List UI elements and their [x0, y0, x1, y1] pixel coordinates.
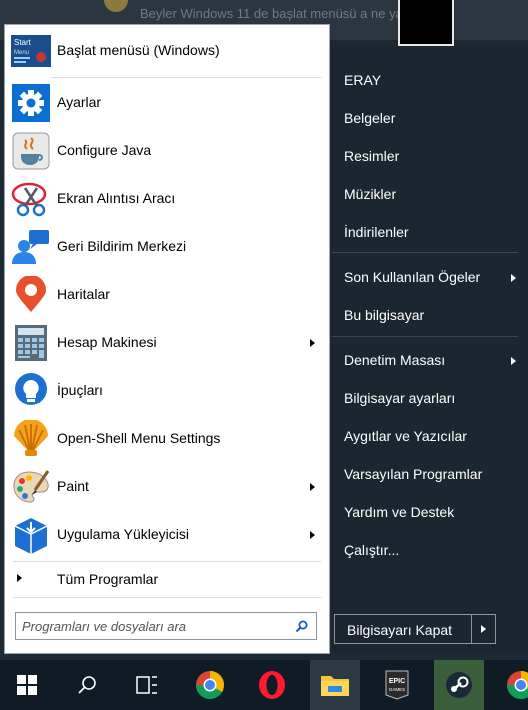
right-item-this-pc[interactable]: Bu bilgisayar — [344, 307, 424, 323]
search-input[interactable] — [22, 616, 284, 636]
shutdown-button[interactable]: Bilgisayarı Kapat — [334, 614, 472, 644]
program-calculator[interactable]: Hesap Makinesi — [5, 320, 329, 366]
divider — [13, 597, 321, 598]
file-explorer-icon[interactable] — [310, 660, 360, 710]
chevron-right-icon — [511, 274, 516, 282]
program-start-menu[interactable]: Start Menu Başlat menüsü (Windows) — [5, 28, 329, 74]
program-label: Configure Java — [57, 142, 152, 158]
program-label: Ekran Alıntısı Aracı — [57, 190, 176, 206]
paint-palette-icon — [11, 469, 51, 505]
program-app-installer[interactable]: Uygulama Yükleyicisi — [5, 512, 329, 558]
feedback-hub-icon — [11, 229, 51, 265]
all-programs-label: Tüm Programlar — [57, 571, 159, 587]
opera-icon[interactable] — [247, 660, 297, 710]
program-configure-java[interactable]: Configure Java — [5, 128, 329, 174]
divider — [332, 252, 518, 253]
windows-start-icon[interactable] — [2, 660, 52, 710]
program-maps[interactable]: Haritalar — [5, 272, 329, 318]
chevron-right-icon — [511, 357, 516, 365]
right-item-run[interactable]: Çalıştır... — [344, 542, 399, 558]
program-label: Başlat menüsü (Windows) — [57, 42, 220, 58]
start-icon-text-1: Start — [14, 38, 32, 47]
calculator-icon — [11, 325, 51, 361]
program-label: Open-Shell Menu Settings — [57, 430, 221, 446]
program-label: Ayarlar — [57, 94, 102, 110]
divider — [332, 336, 518, 337]
right-item-downloads[interactable]: İndirilenler — [344, 224, 409, 240]
all-programs-button[interactable]: Tüm Programlar — [5, 563, 329, 593]
right-item-user[interactable]: ERAY — [344, 72, 381, 88]
right-item-music[interactable]: Müzikler — [344, 186, 396, 202]
right-item-devices-printers[interactable]: Aygıtlar ve Yazıcılar — [344, 428, 467, 444]
snipping-tool-icon — [11, 181, 51, 217]
task-view-icon[interactable] — [122, 660, 172, 710]
chevron-right-icon — [481, 625, 486, 633]
start-menu-icon: Start Menu — [11, 33, 51, 69]
chevron-right-icon — [17, 574, 22, 582]
divider — [13, 561, 321, 562]
shutdown-label: Bilgisayarı Kapat — [347, 622, 453, 638]
program-paint[interactable]: Paint — [5, 464, 329, 510]
open-shell-icon — [11, 420, 51, 457]
tips-bulb-icon — [11, 373, 51, 409]
right-item-recent-items[interactable]: Son Kullanılan Ögeler — [344, 269, 480, 285]
right-pane: ERAY Belgeler Resimler Müzikler İndirile… — [332, 46, 528, 654]
taskbar: EPIC GAMES — [0, 660, 528, 710]
app-installer-icon — [11, 517, 51, 554]
epic-text-2: GAMES — [389, 687, 405, 692]
right-item-help-support[interactable]: Yardım ve Destek — [344, 504, 454, 520]
gear-icon — [11, 84, 51, 122]
divider — [51, 77, 321, 78]
user-picture[interactable] — [398, 0, 454, 46]
program-label: Hesap Makinesi — [57, 334, 157, 350]
chrome-icon[interactable] — [185, 660, 235, 710]
program-label: Haritalar — [57, 286, 110, 302]
program-label: Uygulama Yükleyicisi — [57, 526, 190, 542]
right-item-pictures[interactable]: Resimler — [344, 148, 399, 164]
program-open-shell-settings[interactable]: Open-Shell Menu Settings — [5, 416, 329, 462]
program-settings[interactable]: Ayarlar — [5, 80, 329, 126]
search-icon[interactable] — [62, 660, 112, 710]
program-label: Geri Bildirim Merkezi — [57, 238, 187, 254]
program-label: İpuçları — [57, 382, 103, 398]
chevron-right-icon — [310, 483, 315, 491]
right-item-default-programs[interactable]: Varsayılan Programlar — [344, 466, 482, 482]
background-text: Beyler Windows 11 de başlat menüsü a ne … — [140, 6, 436, 21]
java-icon — [11, 132, 51, 170]
chrome-icon[interactable] — [496, 660, 528, 710]
shutdown-options-button[interactable] — [472, 614, 496, 644]
right-item-control-panel[interactable]: Denetim Masası — [344, 352, 445, 368]
right-item-pc-settings[interactable]: Bilgisayar ayarları — [344, 390, 455, 406]
background-avatar — [104, 0, 128, 12]
search-box[interactable] — [15, 612, 317, 640]
program-label: Paint — [57, 478, 89, 494]
program-tips[interactable]: İpuçları — [5, 368, 329, 414]
program-snipping-tool[interactable]: Ekran Alıntısı Aracı — [5, 176, 329, 222]
right-item-documents[interactable]: Belgeler — [344, 110, 395, 126]
epic-text-1: EPIC — [389, 678, 405, 685]
epic-games-icon[interactable]: EPIC GAMES — [372, 660, 422, 710]
start-icon-text-2: Menu — [14, 50, 29, 56]
maps-pin-icon — [11, 276, 51, 313]
program-feedback-hub[interactable]: Geri Bildirim Merkezi — [5, 224, 329, 270]
chevron-right-icon — [310, 531, 315, 539]
programs-panel: Start Menu Başlat menüsü (Windows) Ayarl… — [4, 24, 330, 654]
steam-icon[interactable] — [434, 660, 484, 710]
search-icon[interactable] — [295, 620, 308, 633]
chevron-right-icon — [310, 339, 315, 347]
